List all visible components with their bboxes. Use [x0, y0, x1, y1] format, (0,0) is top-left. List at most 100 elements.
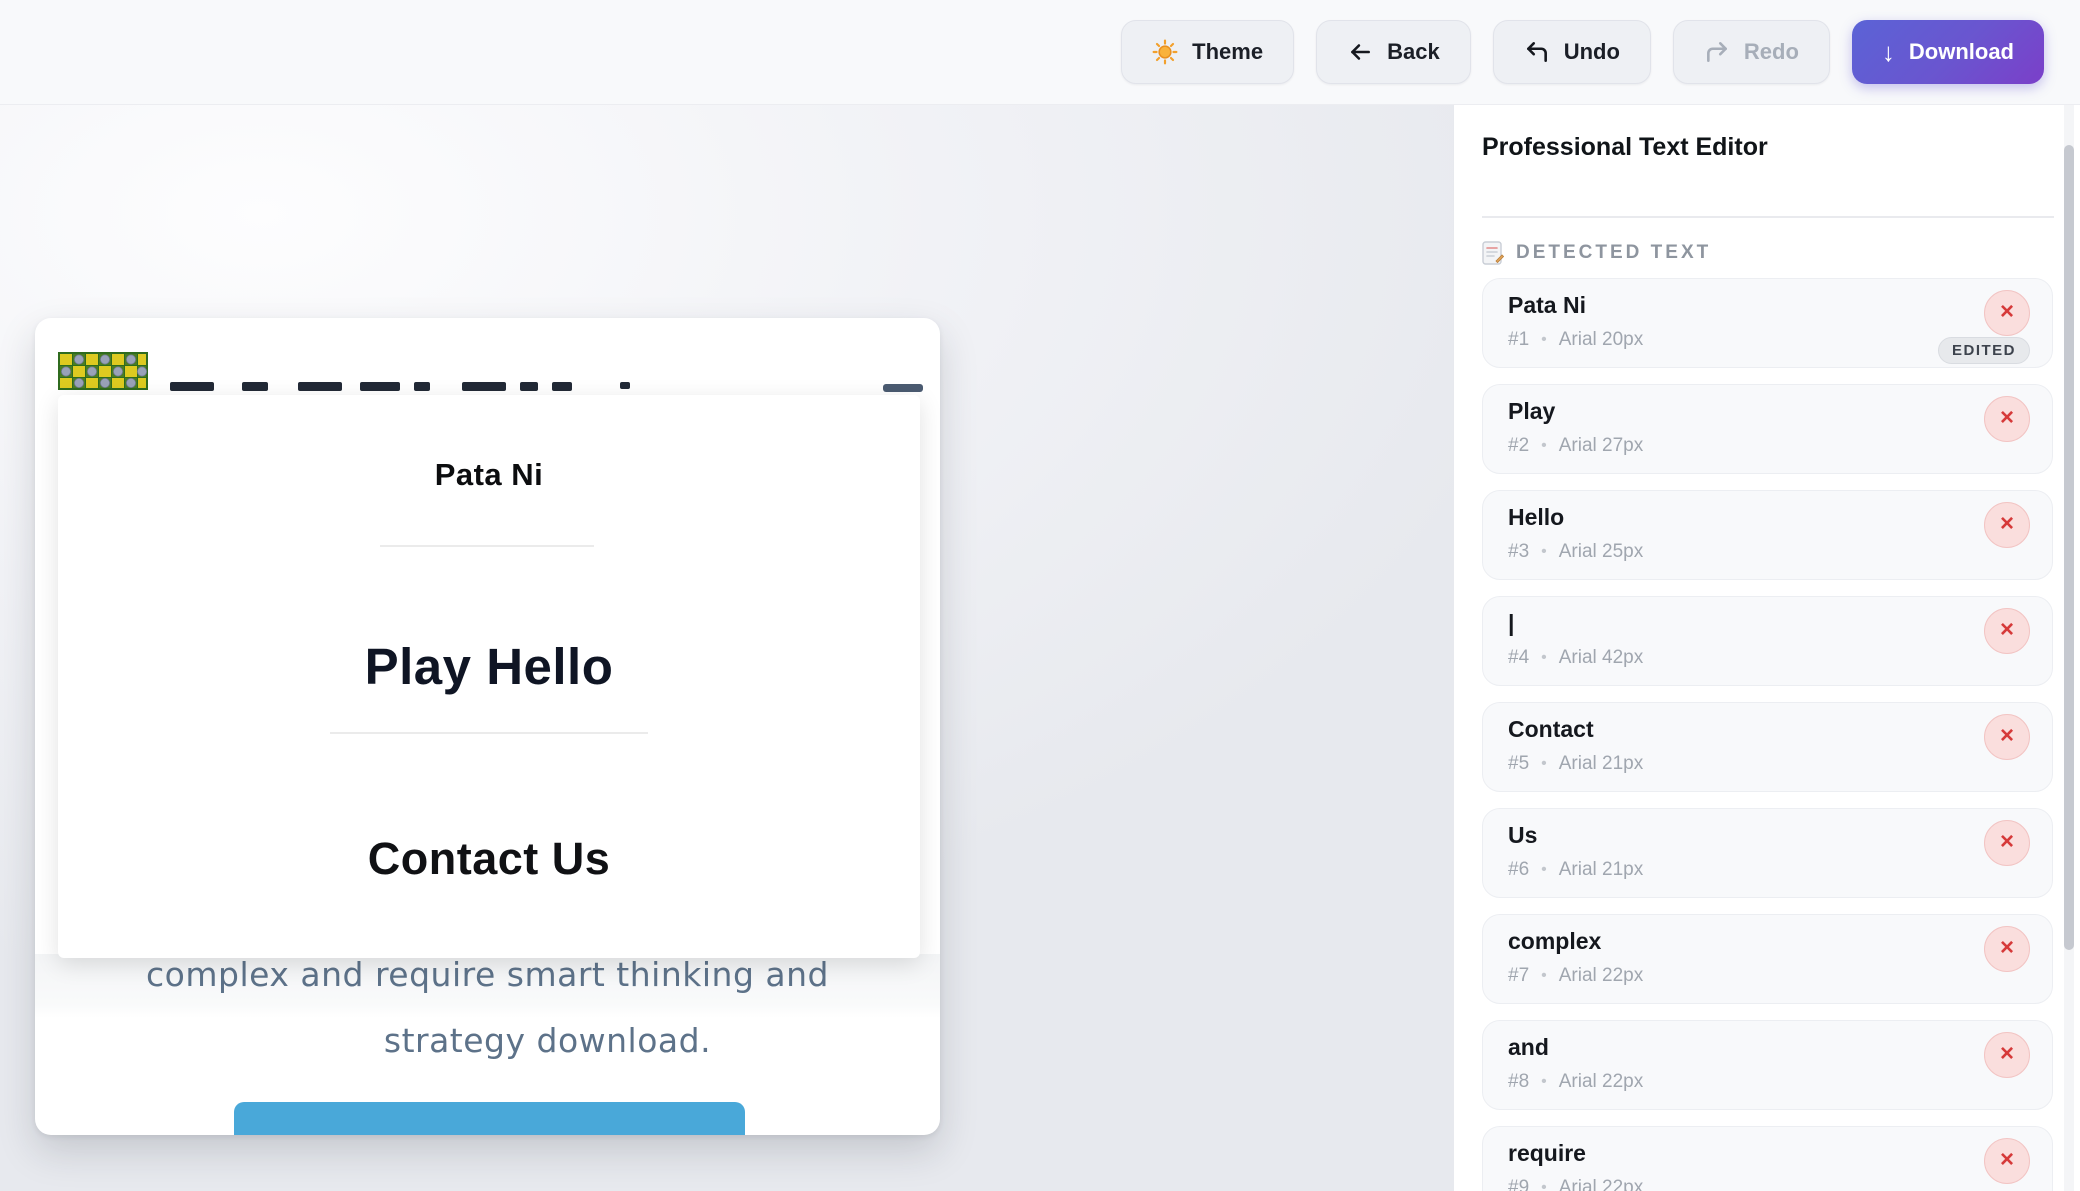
item-text: require — [1508, 1140, 1586, 1167]
app-root: Theme Back Undo Redo — [0, 0, 2080, 1191]
detected-text-item[interactable]: and #8 • Arial 22px × — [1482, 1020, 2053, 1110]
download-arrow-icon: ↓ — [1882, 39, 1895, 65]
modal-divider — [380, 545, 594, 547]
item-font: Arial 21px — [1559, 859, 1644, 881]
item-index: #1 — [1508, 329, 1529, 351]
item-font: Arial 20px — [1559, 329, 1644, 351]
download-button[interactable]: ↓ Download — [1852, 20, 2044, 84]
item-index: #8 — [1508, 1071, 1529, 1093]
undo-button[interactable]: Undo — [1493, 20, 1651, 84]
delete-button[interactable]: × — [1984, 714, 2030, 760]
checkerboard-logo — [58, 352, 148, 390]
close-icon: × — [2000, 512, 2014, 536]
detected-text-item[interactable]: Pata Ni #1 • Arial 20px × EDITED — [1482, 278, 2053, 368]
toolbar: Theme Back Undo Redo — [0, 0, 2080, 105]
clipped-heading-fragment — [242, 382, 268, 391]
item-meta: #8 • Arial 22px — [1508, 1071, 1643, 1093]
item-text: complex — [1508, 928, 1601, 955]
item-meta: #7 • Arial 22px — [1508, 965, 1643, 987]
item-meta: #4 • Arial 42px — [1508, 647, 1643, 669]
hamburger-menu-icon[interactable] — [883, 384, 923, 392]
detected-text-item[interactable]: complex #7 • Arial 22px × — [1482, 914, 2053, 1004]
detected-text-item[interactable]: require #9 • Arial 22px × — [1482, 1126, 2053, 1191]
item-index: #4 — [1508, 647, 1529, 669]
delete-button[interactable]: × — [1984, 1138, 2030, 1184]
edited-badge: EDITED — [1938, 337, 2030, 364]
arrow-left-icon — [1347, 39, 1373, 65]
document-preview-card[interactable]: complex and require smart thinking and s… — [35, 318, 940, 1135]
item-index: #3 — [1508, 541, 1529, 563]
document-paragraph-line1: complex and require smart thinking and — [35, 955, 940, 994]
redo-button[interactable]: Redo — [1673, 20, 1830, 84]
item-font: Arial 22px — [1559, 1071, 1644, 1093]
sidebar-divider — [1482, 216, 2054, 218]
clipped-heading-fragment — [552, 382, 572, 391]
detected-text-item[interactable]: | #4 • Arial 42px × — [1482, 596, 2053, 686]
item-text: Play — [1508, 398, 1555, 425]
undo-button-label: Undo — [1564, 39, 1620, 65]
back-button[interactable]: Back — [1316, 20, 1471, 84]
item-meta: #6 • Arial 21px — [1508, 859, 1643, 881]
document-paragraph-line2: strategy download. — [95, 1021, 940, 1060]
detected-text-item[interactable]: Hello #3 • Arial 25px × — [1482, 490, 2053, 580]
item-text: | — [1508, 610, 1514, 637]
back-button-label: Back — [1387, 39, 1440, 65]
modal-contact-text[interactable]: Contact Us — [58, 833, 920, 885]
item-text: Contact — [1508, 716, 1594, 743]
delete-button[interactable]: × — [1984, 1032, 2030, 1078]
redo-arrow-icon — [1704, 39, 1730, 65]
delete-button[interactable]: × — [1984, 502, 2030, 548]
item-text: Hello — [1508, 504, 1564, 531]
item-text: Us — [1508, 822, 1537, 849]
close-icon: × — [2000, 724, 2014, 748]
memo-icon — [1482, 241, 1504, 265]
close-icon: × — [2000, 406, 2014, 430]
clipped-heading-fragment — [462, 382, 506, 391]
canvas-area: complex and require smart thinking and s… — [0, 105, 1453, 1191]
delete-button[interactable]: × — [1984, 290, 2030, 336]
close-icon: × — [2000, 1042, 2014, 1066]
sidebar-title: Professional Text Editor — [1482, 133, 1768, 162]
sun-icon — [1152, 39, 1178, 65]
modal-title-text[interactable]: Pata Ni — [58, 457, 920, 493]
item-font: Arial 22px — [1559, 1177, 1644, 1191]
document-blue-button[interactable] — [234, 1102, 745, 1135]
sidebar-scrollbar-thumb[interactable] — [2064, 145, 2074, 950]
delete-button[interactable]: × — [1984, 926, 2030, 972]
close-icon: × — [2000, 830, 2014, 854]
item-meta: #9 • Arial 22px — [1508, 1177, 1643, 1191]
theme-button[interactable]: Theme — [1121, 20, 1294, 84]
item-font: Arial 25px — [1559, 541, 1644, 563]
clipped-heading-fragment — [620, 382, 630, 389]
item-font: Arial 27px — [1559, 435, 1644, 457]
item-bullet: • — [1541, 861, 1547, 879]
item-index: #7 — [1508, 965, 1529, 987]
item-bullet: • — [1541, 649, 1547, 667]
close-icon: × — [2000, 1148, 2014, 1172]
item-bullet: • — [1541, 437, 1547, 455]
detected-text-item[interactable]: Play #2 • Arial 27px × — [1482, 384, 2053, 474]
detected-text-label: DETECTED TEXT — [1516, 242, 1711, 264]
delete-button[interactable]: × — [1984, 820, 2030, 866]
clipped-heading-fragment — [170, 382, 214, 391]
item-bullet: • — [1541, 967, 1547, 985]
delete-button[interactable]: × — [1984, 396, 2030, 442]
item-index: #9 — [1508, 1177, 1529, 1191]
detected-text-item[interactable]: Contact #5 • Arial 21px × — [1482, 702, 2053, 792]
clipped-heading-fragment — [298, 382, 342, 391]
modal-heading-text[interactable]: Play Hello — [58, 637, 920, 696]
delete-button[interactable]: × — [1984, 608, 2030, 654]
undo-arrow-icon — [1524, 39, 1550, 65]
item-index: #5 — [1508, 753, 1529, 775]
item-meta: #3 • Arial 25px — [1508, 541, 1643, 563]
clipped-heading — [170, 382, 790, 392]
item-font: Arial 42px — [1559, 647, 1644, 669]
detected-text-list: Pata Ni #1 • Arial 20px × EDITED Play #2… — [1482, 278, 2053, 1191]
item-font: Arial 21px — [1559, 753, 1644, 775]
modal-divider — [330, 732, 648, 734]
detected-text-section-header: DETECTED TEXT — [1482, 241, 1711, 265]
close-icon: × — [2000, 936, 2014, 960]
item-bullet: • — [1541, 755, 1547, 773]
item-bullet: • — [1541, 1179, 1547, 1191]
detected-text-item[interactable]: Us #6 • Arial 21px × — [1482, 808, 2053, 898]
